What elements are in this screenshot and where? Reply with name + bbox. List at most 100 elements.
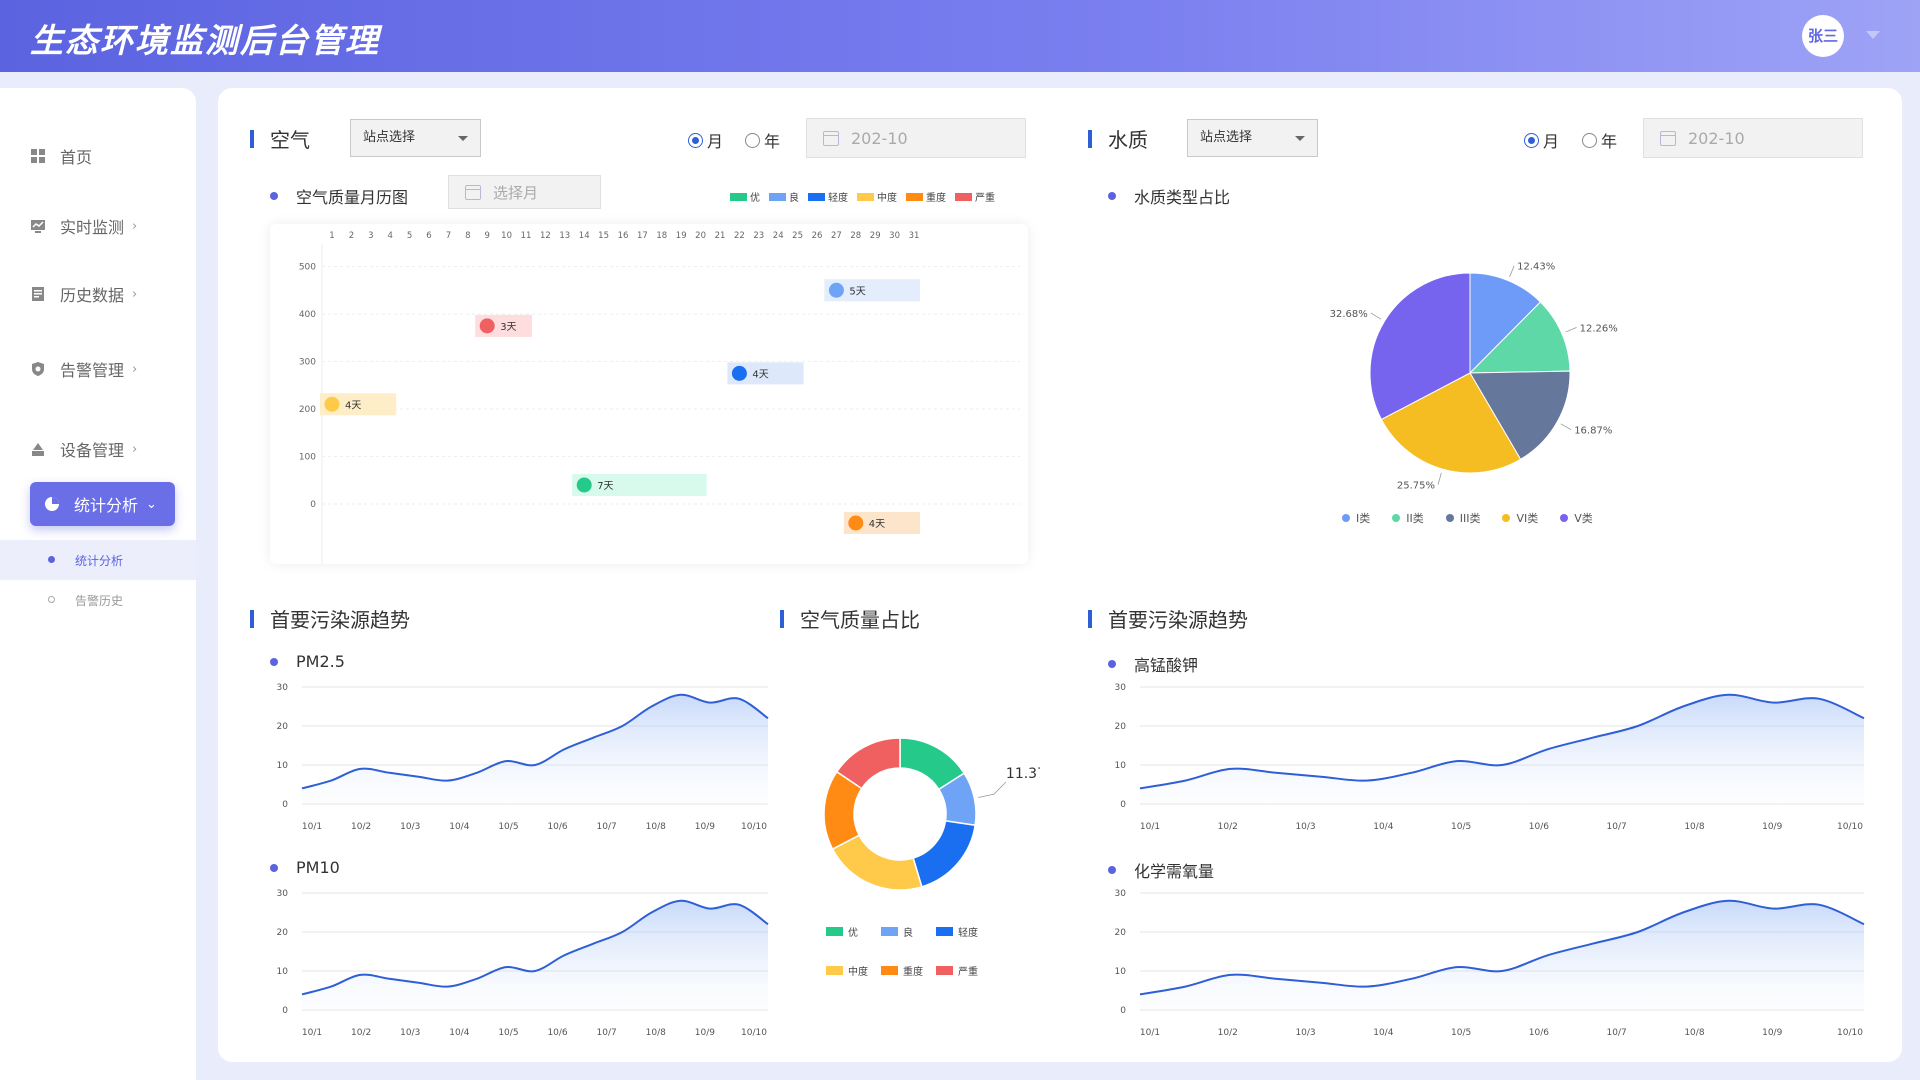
legend-item: I类 bbox=[1342, 510, 1370, 526]
line-chart-area bbox=[1140, 900, 1864, 1010]
legend-dot bbox=[1502, 514, 1511, 522]
sidebar-subitem-statistics[interactable]: 统计分析 bbox=[0, 540, 196, 580]
line-chart-y-tick-label: 20 bbox=[1115, 722, 1127, 732]
line-chart-y-tick-label: 30 bbox=[277, 683, 289, 693]
legend-dot bbox=[1560, 514, 1569, 522]
line-chart-x-tick-label: 10/4 bbox=[449, 1028, 469, 1038]
bullet-dot-icon bbox=[1108, 866, 1116, 874]
calendar-bar bbox=[572, 474, 707, 496]
line-chart-x-tick-label: 10/3 bbox=[400, 1028, 420, 1038]
pm25-line-chart: 30 20 10 0 10/1 10/2 10/3 10/4 10/5 10/6 10/7 10/8 1… bbox=[277, 683, 769, 832]
trend-right-title-text: 首要污染源趋势 bbox=[1108, 608, 1248, 632]
line-chart-y-tick-label: 10 bbox=[277, 967, 289, 977]
calendar-x-tick-label: 21 bbox=[715, 231, 726, 241]
air-ratio-title: 空气质量占比 bbox=[780, 604, 920, 633]
legend-item: VI类 bbox=[1502, 510, 1538, 526]
air-donut-slice bbox=[831, 834, 923, 891]
line-chart-y-tick-label: 30 bbox=[277, 889, 289, 899]
line-chart-y-tick-label: 30 bbox=[1115, 889, 1127, 899]
legend-item: 严重 bbox=[936, 963, 991, 978]
line-chart-x-tick-label: 10/9 bbox=[1762, 822, 1782, 832]
water-pie-leader-line bbox=[1370, 312, 1382, 320]
water-date-value: 202-10 bbox=[1688, 128, 1745, 148]
user-avatar[interactable]: 张三 bbox=[1802, 15, 1844, 57]
line-chart-x-tick-label: 10/2 bbox=[1218, 822, 1238, 832]
calendar-bar-label: 4天 bbox=[869, 519, 885, 530]
line-chart-x-tick-label: 10/5 bbox=[498, 822, 518, 832]
sidebar-item-home[interactable]: 首页 bbox=[30, 136, 175, 176]
legend-swatch bbox=[906, 192, 923, 201]
sidebar-item-alarm[interactable]: 告警管理 › bbox=[30, 349, 175, 389]
legend-dot bbox=[1342, 514, 1350, 522]
calendar-x-tick-label: 12 bbox=[540, 231, 551, 241]
sidebar-item-label: 历史数据 bbox=[60, 286, 125, 305]
calendar-x-tick-label: 20 bbox=[695, 231, 706, 241]
legend-item: 优 bbox=[826, 924, 881, 939]
line-chart-x-tick-label: 10/5 bbox=[1451, 1028, 1471, 1038]
air-date-input[interactable]: 202-10 bbox=[806, 118, 1026, 158]
calendar-y-tick-label: 500 bbox=[299, 263, 316, 273]
line-chart-x-tick-label: 10/3 bbox=[1295, 1028, 1315, 1038]
air-ratio-legend: 优 良 轻度 中度 重度 严重 bbox=[826, 924, 991, 978]
sidebar-item-label: 告警管理 bbox=[60, 361, 125, 380]
calendar-bar-dot bbox=[828, 282, 844, 298]
calendar-x-tick-label: 8 bbox=[465, 231, 470, 241]
line-chart-x-tick-label: 10/9 bbox=[695, 822, 715, 832]
line-chart-x-tick-label: 10/7 bbox=[1607, 822, 1627, 832]
air-donut-value-label: 11.37% bbox=[1006, 766, 1040, 782]
calendar-icon bbox=[1660, 130, 1676, 146]
water-station-select[interactable]: 站点选择 bbox=[1187, 119, 1318, 157]
sidebar-item-realtime[interactable]: 实时监测 › bbox=[30, 206, 175, 246]
air-month-picker[interactable]: 选择月 bbox=[448, 175, 601, 209]
line-chart-x-tick-label: 10/2 bbox=[1218, 1028, 1238, 1038]
line-chart-x-tick-label: 10/2 bbox=[351, 822, 371, 832]
water-pie-leader-line bbox=[1509, 265, 1515, 277]
air-station-select[interactable]: 站点选择 bbox=[350, 119, 481, 157]
sidebar-subitem-alarm-history[interactable]: 告警历史 bbox=[0, 580, 196, 620]
air-radio-month[interactable]: 月 bbox=[688, 128, 723, 152]
line-chart-y-tick-label: 0 bbox=[1120, 1006, 1126, 1016]
line-chart-x-tick-label: 10/8 bbox=[646, 1028, 666, 1038]
legend-label: 优 bbox=[750, 193, 760, 204]
legend-item: III类 bbox=[1445, 510, 1480, 526]
bullet-dot-icon bbox=[270, 192, 278, 200]
app-title: 生态环境监测后台管理 bbox=[30, 21, 380, 60]
line-chart-x-tick-label: 10/9 bbox=[695, 1028, 715, 1038]
device-icon bbox=[30, 441, 46, 457]
line-chart-x-tick-label: 10/1 bbox=[1140, 822, 1160, 832]
sidebar-subitem-label: 统计分析 bbox=[75, 553, 124, 568]
calendar-x-tick-label: 10 bbox=[501, 231, 512, 241]
calendar-x-tick-label: 15 bbox=[598, 231, 609, 241]
sidebar-item-history[interactable]: 历史数据 › bbox=[30, 274, 175, 314]
air-radio-year[interactable]: 年 bbox=[745, 128, 780, 152]
calendar-x-tick-label: 1 bbox=[329, 231, 334, 241]
chevron-down-icon: ⌄ bbox=[146, 496, 157, 512]
calendar-x-tick-label: 13 bbox=[559, 231, 570, 241]
water-date-input[interactable]: 202-10 bbox=[1643, 118, 1863, 158]
line-chart-x-tick-label: 10/10 bbox=[1837, 822, 1863, 832]
line-chart-x-tick-label: 10/1 bbox=[302, 822, 322, 832]
water-radio-year[interactable]: 年 bbox=[1582, 128, 1617, 152]
line-chart-x-tick-label: 10/10 bbox=[1837, 1028, 1863, 1038]
legend-label: 严重 bbox=[958, 967, 978, 978]
water-pie-chart: 12.43% 12.26% 16.87% 25.75% 32.68% bbox=[1330, 262, 1618, 492]
line-chart-area bbox=[302, 900, 768, 1010]
line-chart-x-tick-label: 10/5 bbox=[1451, 822, 1471, 832]
air-calendar-chart: 500 400 300 200 100 0 1 2 3 4 5 6 7 8 9 10 11 12 13 14 15 16 1… bbox=[270, 224, 1028, 564]
sidebar-item-label: 实时监测 bbox=[60, 218, 125, 237]
line-chart-x-tick-label: 10/1 bbox=[1140, 1028, 1160, 1038]
pm25-subtitle: PM2.5 bbox=[270, 652, 345, 671]
legend-item: 中度 bbox=[857, 189, 897, 204]
line-chart-y-tick-label: 0 bbox=[1120, 800, 1126, 810]
line-chart-y-tick-label: 20 bbox=[277, 928, 289, 938]
user-menu-chevron-down-icon[interactable] bbox=[1866, 31, 1880, 39]
bullet-dot-icon bbox=[1108, 192, 1116, 200]
line-chart-x-tick-label: 10/6 bbox=[547, 1028, 567, 1038]
water-radio-month[interactable]: 月 bbox=[1524, 128, 1559, 152]
water-pie-value-label: 12.43% bbox=[1517, 262, 1555, 273]
sidebar-item-statistics[interactable]: 统计分析 ⌄ bbox=[30, 482, 175, 526]
calendar-bar-dot bbox=[576, 477, 592, 493]
legend-item: II类 bbox=[1392, 510, 1424, 526]
line-chart-x-tick-label: 10/7 bbox=[1607, 1028, 1627, 1038]
sidebar-item-device[interactable]: 设备管理 › bbox=[30, 429, 175, 469]
